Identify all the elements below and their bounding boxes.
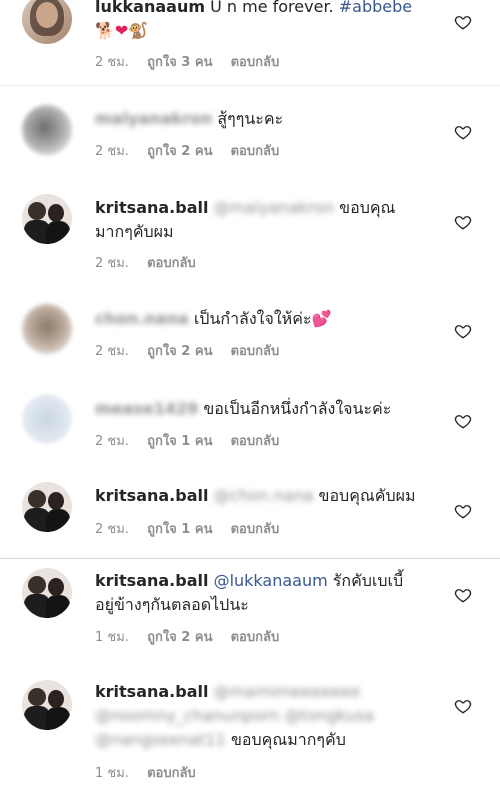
like-heart-icon[interactable]	[454, 586, 472, 604]
comment-meta: 1 ชม. ถูกใจ 2 คน ตอบกลับ	[95, 626, 293, 647]
username[interactable]: chon.nana	[95, 309, 189, 328]
like-heart-icon[interactable]	[454, 123, 472, 141]
comment-text: kritsana.ball @chon.nana ขอบคุณคับผม	[95, 484, 435, 508]
comment-meta: 2 ชม. ถูกใจ 2 คน ตอบกลับ	[95, 340, 293, 361]
username[interactable]: mease1429	[95, 399, 198, 418]
like-heart-icon[interactable]	[454, 412, 472, 430]
like-heart-icon[interactable]	[454, 502, 472, 520]
like-heart-icon[interactable]	[454, 213, 472, 231]
reply-button[interactable]: ตอบกลับ	[147, 766, 196, 781]
comment-text: kritsana.ball @malyanakron ขอบคุณ มากๆคั…	[95, 196, 425, 244]
comment-text: chon.nana เป็นกำลังใจให้ค่ะ💕	[95, 307, 425, 331]
comment-body-cont: มากๆคับผม	[95, 222, 174, 241]
mention-link[interactable]: @marnimeeeeeee	[214, 682, 361, 701]
reply-button[interactable]: ตอบกลับ	[231, 434, 280, 449]
reply-button[interactable]: ตอบกลับ	[147, 256, 196, 271]
username[interactable]: malyanakron	[95, 109, 212, 128]
comment-body: ขอบคุณคับผม	[318, 486, 416, 505]
username[interactable]: kritsana.ball	[95, 198, 208, 217]
comment-body: รักคับเบเบี้	[332, 571, 404, 590]
comment-body: ขอบคุณ	[339, 198, 396, 217]
avatar[interactable]	[22, 680, 72, 730]
comment-meta: 2 ชม. ถูกใจ 1 คน ตอบกลับ	[95, 518, 293, 539]
likes-count[interactable]: ถูกใจ 1 คน	[147, 522, 212, 537]
username[interactable]: kritsana.ball	[95, 682, 208, 701]
comment-meta: 2 ชม. ถูกใจ 2 คน ตอบกลับ	[95, 140, 293, 161]
timestamp: 2 ชม.	[95, 434, 129, 449]
divider	[0, 85, 500, 86]
timestamp: 2 ชม.	[95, 344, 129, 359]
comment-body: ขอบคุณมากๆคับ	[230, 730, 346, 749]
timestamp: 2 ชม.	[95, 256, 129, 271]
reply-button[interactable]: ตอบกลับ	[231, 522, 280, 537]
comment-meta: 2 ชม. ถูกใจ 3 คน ตอบกลับ	[95, 51, 293, 72]
avatar[interactable]	[22, 482, 72, 532]
username[interactable]: lukkanaaum	[95, 0, 205, 16]
comment-text: kritsana.ball @lukkanaaum รักคับเบเบี้ อ…	[95, 569, 435, 617]
timestamp: 2 ชม.	[95, 144, 129, 159]
hashtag-link[interactable]: #abbebe	[339, 0, 412, 16]
timestamp: 2 ชม.	[95, 522, 129, 537]
hearts-emoji: 💕	[311, 309, 332, 328]
comment-text: kritsana.ball @marnimeeeeeee @noomny_cha…	[95, 680, 435, 752]
comment-body-cont: อยู่ข้างๆกันตลอดไปนะ	[95, 595, 249, 614]
likes-count[interactable]: ถูกใจ 2 คน	[147, 144, 212, 159]
reply-button[interactable]: ตอบกลับ	[231, 144, 280, 159]
avatar[interactable]	[22, 194, 72, 244]
mention-link[interactable]: @chon.nana	[214, 486, 314, 505]
mention-link[interactable]: @noomny_chanunporn @tongkusa	[95, 706, 374, 725]
mention-link[interactable]: @malyanakron	[214, 198, 334, 217]
likes-count[interactable]: ถูกใจ 2 คน	[147, 630, 212, 645]
comment-body: สู้ๆๆนะคะ	[217, 109, 284, 128]
like-heart-icon[interactable]	[454, 322, 472, 340]
comment-body: เป็นกำลังใจให้ค่ะ	[193, 309, 312, 328]
monkey-emoji: 🐒	[128, 21, 149, 40]
comment-text: malyanakron สู้ๆๆนะคะ	[95, 107, 425, 131]
timestamp: 1 ชม.	[95, 630, 129, 645]
heart-emoji: ❤	[114, 21, 129, 40]
likes-count[interactable]: ถูกใจ 2 คน	[147, 344, 212, 359]
dog-emoji: 🐕	[95, 21, 115, 40]
reply-button[interactable]: ตอบกลับ	[231, 630, 280, 645]
like-heart-icon[interactable]	[454, 13, 472, 31]
timestamp: 2 ชม.	[95, 55, 129, 70]
reply-button[interactable]: ตอบกลับ	[231, 344, 280, 359]
avatar[interactable]	[22, 568, 72, 618]
divider	[0, 558, 500, 559]
comment-text: lukkanaaum U n me forever. #abbebe 🐕❤🐒	[95, 0, 425, 43]
username[interactable]: kritsana.ball	[95, 571, 208, 590]
comment-meta: 1 ชม. ตอบกลับ	[95, 762, 210, 783]
mention-link[interactable]: @lukkanaaum	[214, 571, 328, 590]
avatar[interactable]	[22, 0, 72, 44]
comment-body: U n me forever.	[210, 0, 334, 16]
avatar[interactable]	[22, 304, 72, 354]
avatar[interactable]	[22, 105, 72, 155]
comment-body: ขอเป็นอีกหนึ่งกำลังใจนะค่ะ	[203, 399, 392, 418]
comment-text: mease1429 ขอเป็นอีกหนึ่งกำลังใจนะค่ะ	[95, 397, 425, 421]
avatar[interactable]	[22, 394, 72, 444]
like-heart-icon[interactable]	[454, 697, 472, 715]
reply-button[interactable]: ตอบกลับ	[231, 55, 280, 70]
comment-meta: 2 ชม. ตอบกลับ	[95, 252, 210, 273]
comment-meta: 2 ชม. ถูกใจ 1 คน ตอบกลับ	[95, 430, 293, 451]
likes-count[interactable]: ถูกใจ 1 คน	[147, 434, 212, 449]
timestamp: 1 ชม.	[95, 766, 129, 781]
mention-link[interactable]: @nangseenat11	[95, 730, 226, 749]
username[interactable]: kritsana.ball	[95, 486, 208, 505]
likes-count[interactable]: ถูกใจ 3 คน	[147, 55, 212, 70]
